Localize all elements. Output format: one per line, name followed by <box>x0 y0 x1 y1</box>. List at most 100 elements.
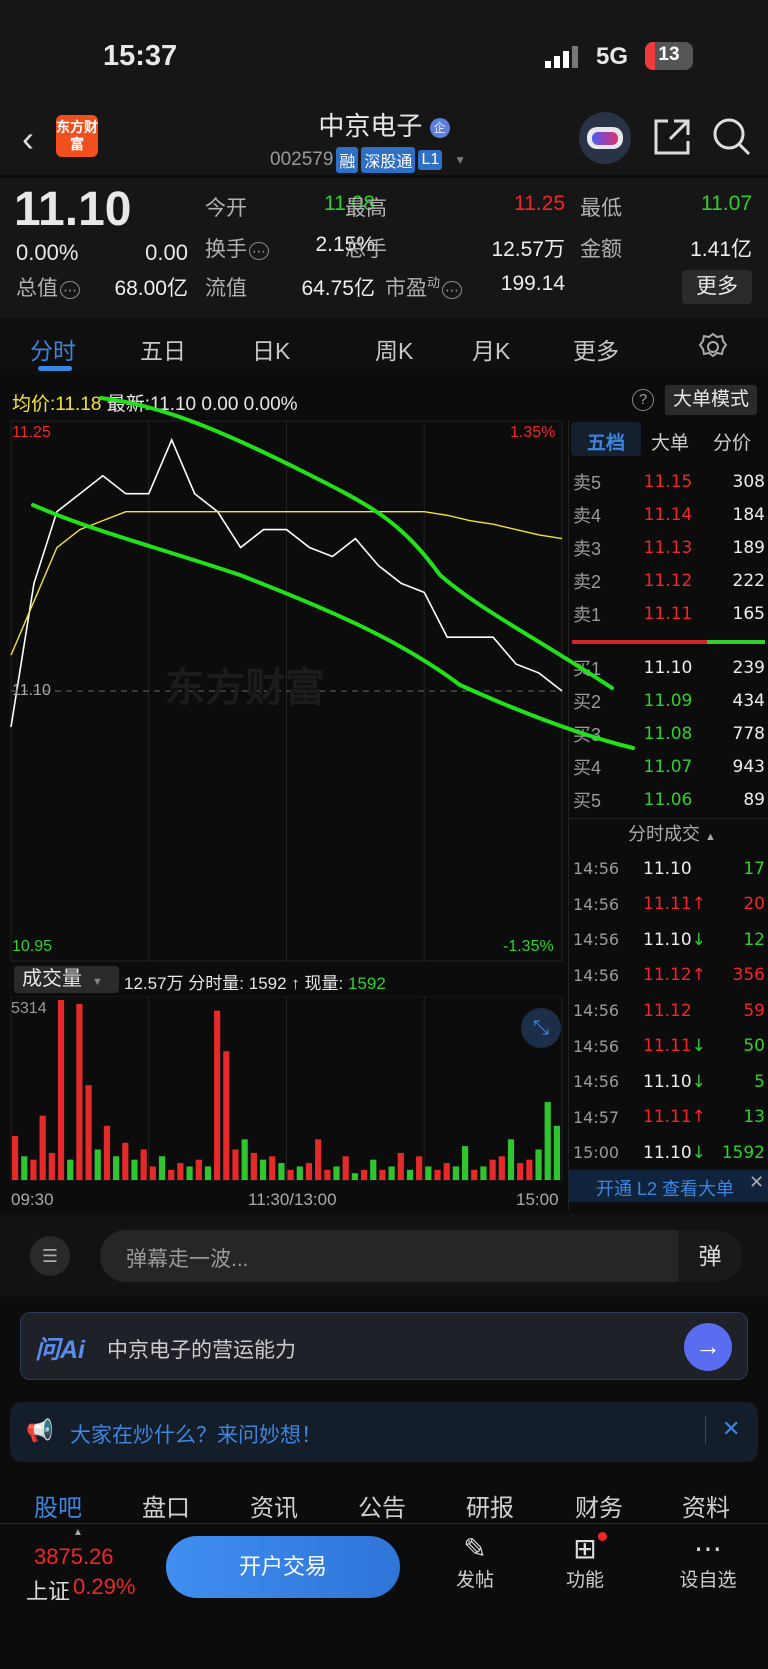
functions-button[interactable]: ⊞ 功能 <box>550 1532 620 1592</box>
volume-info: 12.57万 分时量: 1592 ↑ 现量: 1592 <box>124 974 386 993</box>
bottom-tab-3[interactable]: 公告 <box>358 1488 406 1523</box>
trades-title[interactable]: 分时成交 ▲ <box>628 820 716 846</box>
bottom-tab-2[interactable]: 资讯 <box>250 1488 298 1523</box>
share-icon[interactable] <box>652 117 692 157</box>
ask-price: 11.13 <box>643 537 693 558</box>
level-label: 卖2 <box>573 571 602 592</box>
bid-row[interactable]: 买2 11.09 434 <box>573 684 765 717</box>
bottom-tab-5[interactable]: 财务 <box>575 1488 623 1523</box>
ask-row[interactable]: 卖1 11.11 165 <box>573 597 765 630</box>
y-label-bottom: 10.95 <box>12 938 53 955</box>
open-account-trade-button[interactable]: 开户交易 <box>166 1536 400 1598</box>
x-label-open: 09:30 <box>11 1190 54 1209</box>
volume-bar <box>388 1166 395 1180</box>
latest-pct: 0.00% <box>243 394 298 415</box>
volume-bar <box>370 1159 377 1180</box>
tab-chart-5[interactable]: 更多 <box>573 332 619 366</box>
index-name: 上证 <box>26 1579 71 1604</box>
search-icon[interactable] <box>712 117 752 157</box>
trade-price: 11.10 <box>643 1142 692 1163</box>
volume-bar <box>269 1156 276 1180</box>
divider <box>568 420 569 1210</box>
add-watchlist-label: 设自选 <box>679 1570 737 1591</box>
expand-icon[interactable]: ⤡ <box>521 1008 561 1048</box>
volume-bar <box>324 1169 331 1180</box>
ai-send-icon[interactable]: → <box>684 1323 732 1371</box>
change-value: 0.00 <box>145 240 188 265</box>
danmaku-send-button[interactable]: 弹 <box>678 1230 742 1282</box>
bid-row[interactable]: 买1 11.10 239 <box>573 651 765 684</box>
current-volume: 1592 <box>348 974 386 993</box>
ask-row[interactable]: 卖5 11.15 308 <box>573 465 765 498</box>
bottom-tab-1[interactable]: 盘口 <box>142 1488 190 1523</box>
post-button[interactable]: ✎ 发帖 <box>440 1532 510 1592</box>
tab-chart-2[interactable]: 日K <box>252 332 290 366</box>
more-button[interactable]: 更多 <box>682 270 752 304</box>
tab-chart-3[interactable]: 周K <box>375 332 413 366</box>
volume-bar <box>113 1156 120 1180</box>
trade-row: 15:00 11.10↓ 1592 <box>573 1136 765 1169</box>
close-icon[interactable]: ✕ <box>749 1172 764 1193</box>
ask-volume: 184 <box>732 504 765 525</box>
volume-bar <box>296 1166 303 1180</box>
collapse-icon: ▲ <box>705 831 716 843</box>
volume-label: 成交量 <box>22 968 82 990</box>
notification-dot <box>598 1532 607 1541</box>
robot-avatar[interactable] <box>579 112 631 164</box>
trade-volume: 50 <box>743 1036 765 1056</box>
big-order-mode-button[interactable]: 大单模式 <box>665 385 757 415</box>
danmaku-settings-icon[interactable]: ☰ <box>30 1236 70 1276</box>
network-label: 5G <box>596 43 629 70</box>
label-superscript: 动 <box>427 275 441 290</box>
trade-volume: 17 <box>743 858 765 879</box>
trade-volume: 13 <box>743 1107 765 1127</box>
volume-bar <box>315 1139 322 1180</box>
stock-code: 002579 <box>270 149 334 170</box>
y-label-mid: 11.10 <box>12 682 51 699</box>
quote-field-label: 今开 <box>205 197 247 220</box>
bid-row[interactable]: 买5 11.06 89 <box>573 783 765 816</box>
volume-chart[interactable] <box>0 996 568 1186</box>
add-watchlist-button[interactable]: ⋯ 设自选 <box>670 1532 746 1592</box>
bottom-tab-0[interactable]: 股吧 <box>34 1488 82 1523</box>
y-label-top-pct: 1.35% <box>510 424 556 441</box>
volume-bar <box>526 1159 533 1180</box>
danmaku-input[interactable]: 弹幕走一波... 弹 <box>100 1230 742 1282</box>
l2-banner[interactable]: 开通 L2 查看大单 ✕ <box>569 1170 768 1202</box>
ask-price: 11.14 <box>643 504 693 525</box>
trade-price: 11.12 <box>643 1000 692 1021</box>
index-value: 3875.26 <box>34 1544 114 1569</box>
dropdown-icon[interactable]: ▼ <box>454 153 466 167</box>
index-expand-icon[interactable]: ▲ <box>73 1527 83 1538</box>
ask-row[interactable]: 卖4 11.14 184 <box>573 498 765 531</box>
settings-icon[interactable] <box>698 332 728 362</box>
trade-price: 11.11 <box>643 1036 692 1056</box>
divider <box>569 818 768 819</box>
tab-chart-0[interactable]: 分时 <box>30 332 76 366</box>
volume-bar <box>195 1159 202 1180</box>
bid-row[interactable]: 买3 11.08 778 <box>573 717 765 750</box>
tab-five-levels[interactable]: 五档 <box>571 428 641 455</box>
bid-price: 11.06 <box>643 789 693 810</box>
volume-indicator-select[interactable]: 成交量 ▼ <box>14 966 119 993</box>
ai-ask-box[interactable]: 问Ai 中京电子的营运能力 → <box>20 1312 748 1380</box>
bid-row[interactable]: 买4 11.07 943 <box>573 750 765 783</box>
volume-bar <box>360 1169 368 1180</box>
volume-bar <box>214 1010 221 1180</box>
help-icon[interactable]: ? <box>632 389 654 411</box>
trade-time: 15:00 <box>573 1143 620 1162</box>
topic-banner[interactable]: 📢 大家在炒什么？来问妙想！ ✕ <box>10 1402 758 1462</box>
watermark: 东方财富 <box>165 666 325 710</box>
ask-row[interactable]: 卖3 11.13 189 <box>573 531 765 564</box>
bottom-tab-6[interactable]: 资料 <box>682 1488 730 1523</box>
tab-big-orders[interactable]: 大单 <box>640 428 700 455</box>
ask-row[interactable]: 卖2 11.12 222 <box>573 564 765 597</box>
tab-chart-1[interactable]: 五日 <box>140 332 186 366</box>
volume-bar <box>278 1163 285 1180</box>
tab-chart-4[interactable]: 月K <box>472 332 510 366</box>
volume-bar <box>406 1169 414 1180</box>
bottom-tab-4[interactable]: 研报 <box>466 1488 514 1523</box>
tab-price-distribution[interactable]: 分价 <box>702 428 762 455</box>
close-icon[interactable]: ✕ <box>722 1416 740 1442</box>
tag-margin: 融 <box>336 147 359 173</box>
